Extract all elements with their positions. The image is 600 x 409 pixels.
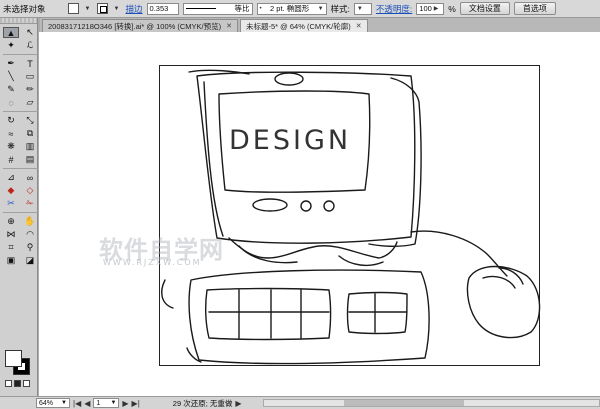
slice-icon[interactable]: ✂ (3, 198, 19, 209)
stroke-weight-field[interactable]: 0.353 (146, 2, 179, 15)
tool-grid: ▲ ↖ ✦ ℒ ✒ T ╲ ▭ ✎ ✏ ◌ ▱ ↻ ⤡ ≈ ⧉ ❋ ▥ # ▤ ⊿ ∞ ◆ ◇ ✂ ✁ ⊕ ✋ ⋈ ◠ ⌗ ⚲ ▣ ◪ (0, 24, 38, 266)
mesh-icon[interactable]: # (3, 154, 19, 165)
document-setup-button[interactable]: 文档设置 (459, 2, 510, 15)
fill-swatch[interactable] (67, 3, 79, 14)
illustrator-window: 未选择对象 ▼ ▼ 描边 0.353 等比 • 2 pt. 椭圆形 ▼ 样式: ▼ … (0, 0, 600, 409)
perspective-grid-icon[interactable]: ⌗ (3, 242, 19, 253)
artboard-number-field[interactable]: 1 ▼ (93, 398, 120, 408)
hand-icon[interactable]: ✋ (22, 216, 38, 227)
scissors-icon[interactable]: ✁ (22, 198, 38, 209)
close-icon[interactable]: ✕ (226, 22, 232, 30)
fill-dropdown[interactable]: ▼ (83, 3, 93, 15)
rotate-icon[interactable]: ↻ (3, 115, 19, 126)
color-mode-icon[interactable] (5, 380, 12, 387)
opacity-percent: % (448, 3, 456, 14)
tab-label: 未标题-5* @ 64% (CMYK/轮廓) (246, 21, 351, 31)
previous-artboard-icon[interactable]: ◀ (84, 399, 90, 408)
opacity-link[interactable]: 不透明度: (376, 3, 412, 15)
pencil-icon[interactable]: ✏ (22, 84, 38, 95)
first-artboard-icon[interactable]: |◀ (73, 399, 81, 408)
blend-icon[interactable]: ∞ (22, 172, 38, 183)
status-bar: 64% ▼ |◀ ◀ 1 ▼ ▶ ▶| 29 次还原; 无重做 ▶ (0, 396, 600, 409)
line-icon[interactable]: ╲ (3, 71, 19, 82)
selection-status: 未选择对象 (3, 3, 46, 14)
screen-text: DESIGN (229, 125, 352, 156)
lasso-icon[interactable]: ℒ (22, 40, 38, 51)
tools-panel: ▲ ↖ ✦ ℒ ✒ T ╲ ▭ ✎ ✏ ◌ ▱ ↻ ⤡ ≈ ⧉ ❋ ▥ # ▤ ⊿ ∞ ◆ ◇ ✂ ✁ ⊕ ✋ ⋈ ◠ ⌗ ⚲ ▣ ◪ (0, 18, 38, 396)
canvas[interactable]: DESIGN 软件自学网 WWW.RJZXW.COM (39, 32, 600, 396)
pen-icon[interactable]: ✒ (3, 58, 19, 69)
stroke-panel-link[interactable]: 描边 (126, 3, 143, 15)
tool-separator (3, 212, 38, 213)
direct-selection-icon[interactable]: ↖ (22, 27, 38, 38)
close-icon[interactable]: ✕ (356, 22, 362, 30)
eraser-icon[interactable]: ▱ (22, 97, 38, 108)
magic-wand-icon[interactable]: ✦ (3, 40, 19, 51)
zoom-field[interactable]: 64% ▼ (36, 398, 70, 408)
horizontal-scrollbar[interactable] (263, 399, 600, 407)
document-tabs: 20083171218O346 [转换].ai* @ 100% (CMYK/预览… (40, 18, 600, 32)
artboard-icon[interactable]: ⊕ (3, 216, 19, 227)
preferences-button[interactable]: 首选项 (513, 2, 556, 15)
fill-color-swatch[interactable] (5, 350, 22, 367)
column-graph-icon[interactable]: ▥ (22, 141, 38, 152)
tool-separator (3, 54, 38, 55)
blob-brush-icon[interactable]: ◌ (3, 97, 19, 108)
tab-document-1[interactable]: 20083171218O346 [转换].ai* @ 100% (CMYK/预览… (42, 19, 238, 32)
watermark-url: WWW.RJZXW.COM (103, 258, 202, 267)
free-transform-icon[interactable]: ⧉ (22, 128, 38, 139)
opacity-field[interactable]: 100 ▶ (416, 2, 445, 15)
gradient-icon[interactable]: ▤ (22, 154, 38, 165)
selection-arrow-icon[interactable]: ▲ (3, 27, 19, 38)
shape-builder-icon[interactable]: ◠ (22, 229, 38, 240)
paintbrush-icon[interactable]: ✎ (3, 84, 19, 95)
tab-document-2[interactable]: 未标题-5* @ 64% (CMYK/轮廓) ✕ (240, 19, 368, 32)
last-artboard-icon[interactable]: ▶| (132, 399, 140, 408)
control-bar: 未选择对象 ▼ ▼ 描边 0.353 等比 • 2 pt. 椭圆形 ▼ 样式: ▼ … (0, 0, 600, 18)
status-menu-icon[interactable]: ▶ (235, 399, 241, 408)
graphic-style-picker[interactable]: ▼ (353, 2, 372, 15)
gradient-mode-icon[interactable] (14, 380, 21, 387)
none-mode-icon[interactable] (23, 380, 30, 387)
tool-separator (3, 168, 38, 169)
tab-label: 20083171218O346 [转换].ai* @ 100% (CMYK/预览… (48, 21, 222, 31)
stroke-swatch[interactable] (96, 3, 108, 14)
warp-icon[interactable]: ≈ (3, 128, 19, 139)
rectangle-icon[interactable]: ▭ (22, 71, 38, 82)
stroke-dropdown[interactable]: ▼ (112, 3, 122, 15)
color-mode-buttons (5, 380, 30, 387)
symbol-sprayer-icon[interactable]: ❋ (3, 141, 19, 152)
eyedropper-icon[interactable]: ⊿ (3, 172, 19, 183)
live-paint-select-icon[interactable]: ◇ (22, 185, 38, 196)
style-label: 样式: (330, 3, 350, 14)
next-artboard-icon[interactable]: ▶ (122, 399, 128, 408)
type-icon[interactable]: T (22, 58, 38, 69)
screen-mode-icon[interactable]: ▣ (3, 255, 19, 266)
scale-icon[interactable]: ⤡ (22, 115, 38, 126)
tool-separator (3, 111, 38, 112)
scrollbar-thumb[interactable] (344, 400, 464, 406)
width-icon[interactable]: ⋈ (3, 229, 19, 240)
zoom-icon[interactable]: ⚲ (22, 242, 38, 253)
draw-behind-icon[interactable]: ◪ (22, 255, 38, 266)
live-paint-bucket-icon[interactable]: ◆ (3, 185, 19, 196)
computer-sketch-artwork[interactable] (39, 32, 600, 396)
status-message: 29 次还原; 无重做 (172, 398, 233, 408)
variable-width-profile[interactable]: 等比 (182, 2, 253, 15)
fill-stroke-controls (3, 348, 35, 392)
brush-definition[interactable]: • 2 pt. 椭圆形 ▼ (256, 2, 327, 15)
